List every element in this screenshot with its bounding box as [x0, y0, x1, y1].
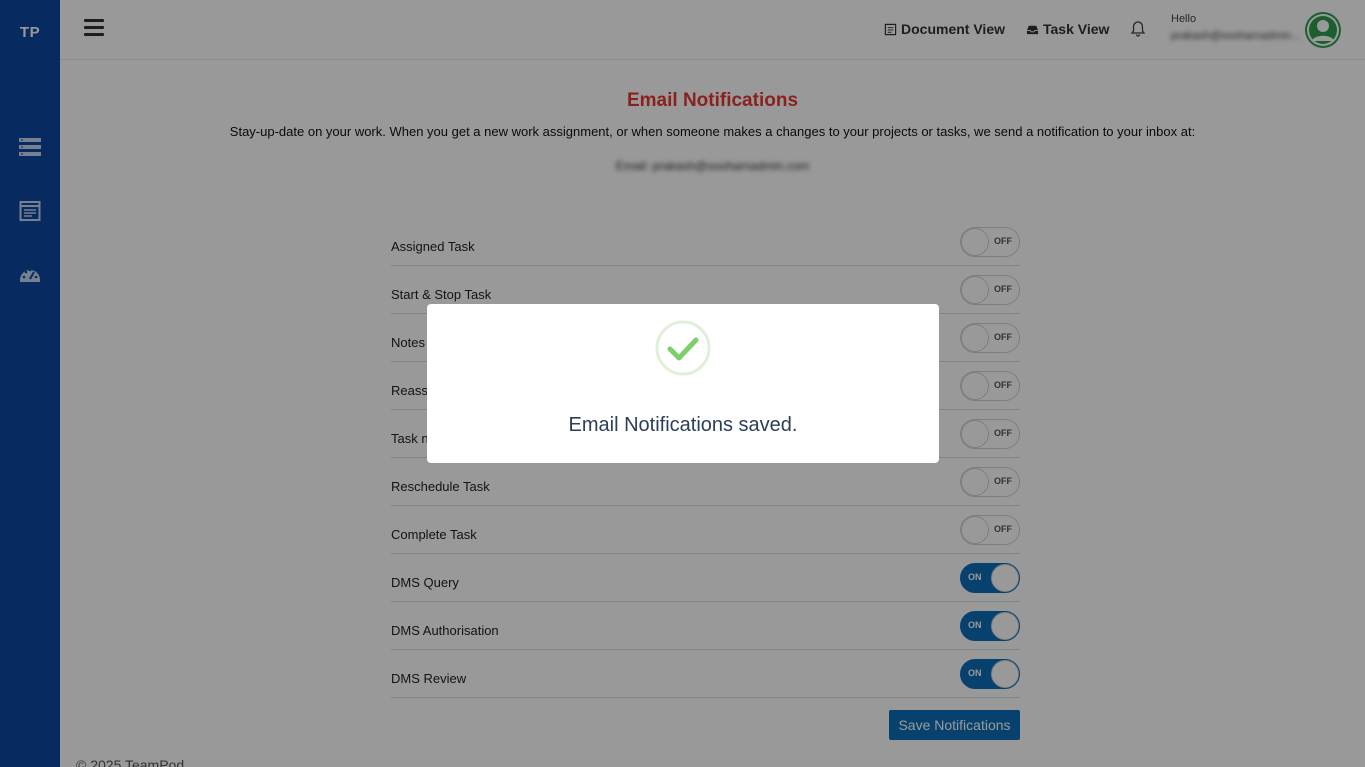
success-message: Email Notifications saved. — [568, 414, 798, 436]
success-dialog: Email Notifications saved. — [427, 304, 939, 463]
success-check-icon — [655, 320, 711, 376]
